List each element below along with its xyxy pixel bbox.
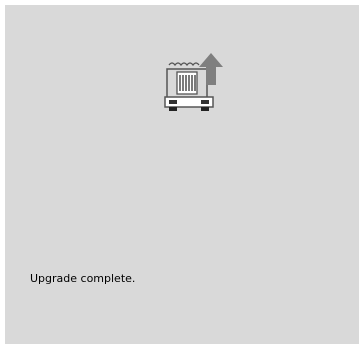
upgrade-screen: Upgrade complete. <box>5 5 359 344</box>
status-message: Upgrade complete. <box>30 272 136 285</box>
machine-upgrade-icon <box>161 47 231 117</box>
